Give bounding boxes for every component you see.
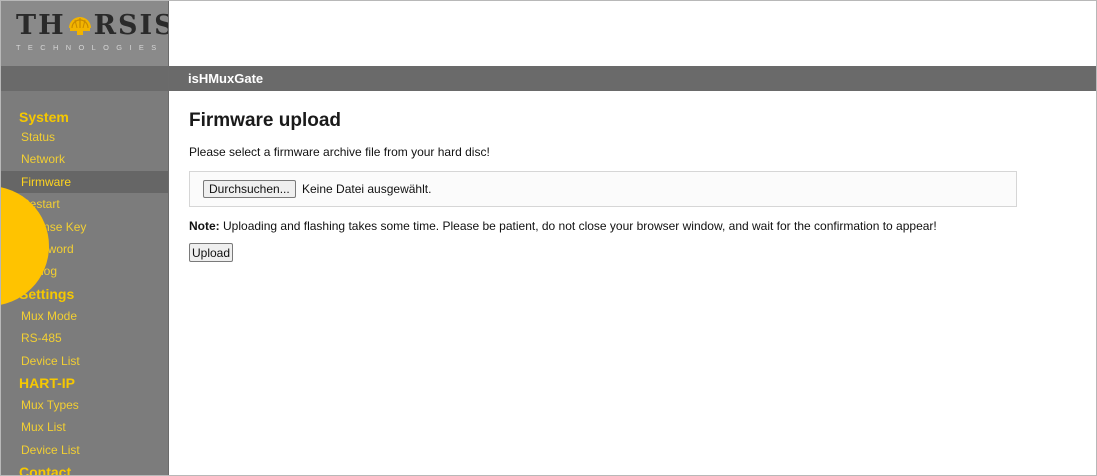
sidebar-item-network[interactable]: Network bbox=[1, 148, 168, 170]
sidebar-item-firmware[interactable]: Firmware bbox=[1, 170, 168, 194]
browser-frame: TH RSIS TECHNOLOGIES System Status Netwo… bbox=[0, 0, 1097, 476]
nav-section-contact: Contact bbox=[19, 464, 72, 475]
note-text: Note: Uploading and flashing takes some … bbox=[189, 219, 937, 233]
file-input-panel: Durchsuchen... Keine Datei ausgewählt. bbox=[189, 171, 1017, 207]
sidebar-item-hart-device-list[interactable]: Device List bbox=[1, 439, 168, 461]
header-bar: isHMuxGate bbox=[169, 66, 1096, 91]
device-name: isHMuxGate bbox=[188, 71, 264, 86]
sidebar-item-mux-types[interactable]: Mux Types bbox=[1, 394, 168, 416]
instruction-text: Please select a firmware archive file fr… bbox=[189, 145, 490, 159]
upload-button[interactable]: Upload bbox=[189, 243, 234, 262]
browse-button[interactable]: Durchsuchen... bbox=[203, 180, 296, 198]
sidebar-item-status[interactable]: Status bbox=[1, 126, 168, 148]
helmet-icon bbox=[67, 12, 93, 35]
sidebar-item-mux-list[interactable]: Mux List bbox=[1, 416, 168, 438]
main-content: Firmware upload Please select a firmware… bbox=[189, 101, 1069, 262]
sidebar-item-rs485[interactable]: RS-485 bbox=[1, 327, 168, 349]
logo: TH RSIS TECHNOLOGIES bbox=[1, 1, 168, 66]
top-area bbox=[169, 1, 1096, 66]
sidebar-header-strip bbox=[1, 66, 168, 91]
file-status-text: Keine Datei ausgewählt. bbox=[302, 182, 432, 196]
note-body: Uploading and flashing takes some time. … bbox=[223, 219, 937, 233]
logo-subtitle: TECHNOLOGIES bbox=[16, 43, 164, 52]
sidebar: TH RSIS TECHNOLOGIES System Status Netwo… bbox=[1, 1, 169, 475]
nav-section-hart-ip: HART-IP bbox=[19, 374, 75, 391]
sidebar-item-device-list[interactable]: Device List bbox=[1, 350, 168, 372]
page-title: Firmware upload bbox=[189, 110, 342, 131]
nav-section-system: System bbox=[19, 109, 69, 125]
logo-wordmark: TH RSIS bbox=[16, 10, 169, 41]
sidebar-item-mux-mode[interactable]: Mux Mode bbox=[1, 305, 168, 327]
note-label: Note: bbox=[189, 219, 220, 233]
